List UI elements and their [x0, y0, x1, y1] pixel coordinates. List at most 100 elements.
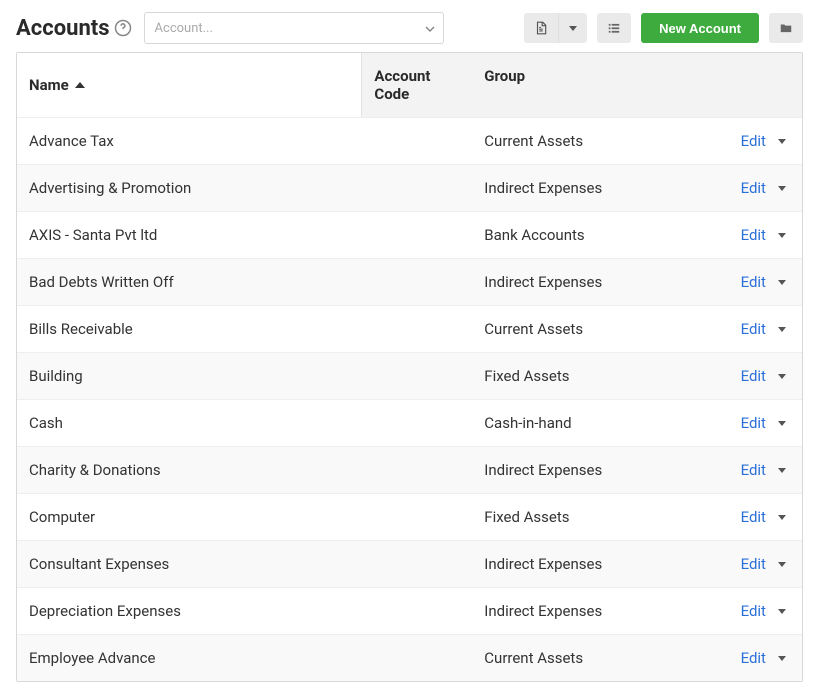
caret-down-icon — [778, 468, 786, 473]
cell-code — [362, 268, 472, 296]
column-header-code[interactable]: Account Code — [362, 53, 472, 117]
edit-link[interactable]: Edit — [741, 367, 766, 385]
export-button[interactable] — [524, 13, 558, 43]
cell-name: Bills Receivable — [17, 306, 362, 352]
cell-actions: Edit — [708, 541, 802, 587]
new-account-button[interactable]: New Account — [641, 13, 759, 43]
edit-link[interactable]: Edit — [741, 320, 766, 338]
cell-group: Indirect Expenses — [472, 588, 708, 634]
table-row[interactable]: Cash Cash-in-hand Edit — [17, 399, 802, 446]
row-menu-button[interactable] — [774, 511, 790, 524]
cell-group: Cash-in-hand — [472, 400, 708, 446]
table-row[interactable]: Consultant Expenses Indirect Expenses Edit — [17, 540, 802, 587]
help-icon[interactable] — [112, 17, 134, 39]
column-header-actions — [708, 53, 802, 117]
edit-link[interactable]: Edit — [741, 132, 766, 150]
cell-name: Advertising & Promotion — [17, 165, 362, 211]
cell-name: Computer — [17, 494, 362, 540]
cell-name: Charity & Donations — [17, 447, 362, 493]
caret-down-icon — [778, 186, 786, 191]
accounts-table: Name Account Code Group Advance Tax Curre… — [16, 52, 803, 682]
row-menu-button[interactable] — [774, 370, 790, 383]
cell-actions: Edit — [708, 306, 802, 352]
row-menu-button[interactable] — [774, 135, 790, 148]
cell-actions: Edit — [708, 635, 802, 681]
cell-code — [362, 409, 472, 437]
table-row[interactable]: Depreciation Expenses Indirect Expenses Ed… — [17, 587, 802, 634]
cell-name: Building — [17, 353, 362, 399]
account-search-select[interactable]: Account... — [144, 12, 444, 44]
row-menu-button[interactable] — [774, 652, 790, 665]
caret-down-icon — [778, 327, 786, 332]
table-row[interactable]: Computer Fixed Assets Edit — [17, 493, 802, 540]
caret-down-icon — [778, 139, 786, 144]
caret-down-icon — [778, 280, 786, 285]
row-menu-button[interactable] — [774, 182, 790, 195]
cell-group: Current Assets — [472, 306, 708, 352]
cell-group: Indirect Expenses — [472, 447, 708, 493]
cell-code — [362, 127, 472, 155]
caret-down-icon — [778, 609, 786, 614]
cell-group: Current Assets — [472, 118, 708, 164]
row-menu-button[interactable] — [774, 605, 790, 618]
cell-actions: Edit — [708, 494, 802, 540]
edit-link[interactable]: Edit — [741, 649, 766, 667]
export-dropdown-button[interactable] — [558, 13, 587, 43]
cell-name: Consultant Expenses — [17, 541, 362, 587]
table-row[interactable]: Employee AdvanceCurrent AssetsEdit — [17, 634, 802, 681]
edit-link[interactable]: Edit — [741, 461, 766, 479]
cell-code — [362, 456, 472, 484]
edit-link[interactable]: Edit — [741, 414, 766, 432]
table-row[interactable]: Advertising & PromotionIndirect Expenses… — [17, 164, 802, 211]
caret-down-icon — [778, 233, 786, 238]
caret-down-icon — [778, 562, 786, 567]
column-header-name-label: Name — [29, 76, 69, 94]
sort-asc-icon — [75, 82, 85, 88]
cell-code — [362, 550, 472, 578]
title-wrap: Accounts — [16, 16, 134, 41]
cell-name: Advance Tax — [17, 118, 362, 164]
cell-code — [362, 174, 472, 202]
table-row[interactable]: Bad Debts Written OffIndirect ExpensesEd… — [17, 258, 802, 305]
row-menu-button[interactable] — [774, 276, 790, 289]
caret-down-icon — [778, 421, 786, 426]
edit-link[interactable]: Edit — [741, 508, 766, 526]
cell-group: Bank Accounts — [472, 212, 708, 258]
cell-code — [362, 503, 472, 531]
search-placeholder: Account... — [155, 21, 213, 36]
caret-down-icon — [778, 374, 786, 379]
edit-link[interactable]: Edit — [741, 555, 766, 573]
table-row[interactable]: Advance Tax Current Assets Edit — [17, 117, 802, 164]
edit-link[interactable]: Edit — [741, 273, 766, 291]
cell-actions: Edit — [708, 165, 802, 211]
cell-code — [362, 362, 472, 390]
table-body: Advance TaxCurrent AssetsEditAdvertising… — [17, 117, 802, 681]
edit-link[interactable]: Edit — [741, 226, 766, 244]
cell-name: Depreciation Expenses — [17, 588, 362, 634]
column-header-group[interactable]: Group — [472, 53, 708, 117]
row-menu-button[interactable] — [774, 229, 790, 242]
table-row[interactable]: Bills Receivable Current Assets Edit — [17, 305, 802, 352]
column-header-name[interactable]: Name — [17, 53, 362, 117]
row-menu-button[interactable] — [774, 558, 790, 571]
cell-code — [362, 597, 472, 625]
cell-name: Employee Advance — [17, 635, 362, 681]
edit-link[interactable]: Edit — [741, 179, 766, 197]
cell-group: Fixed Assets — [472, 494, 708, 540]
cell-name: Cash — [17, 400, 362, 446]
cell-code — [362, 644, 472, 672]
cell-actions: Edit — [708, 400, 802, 446]
export-button-group — [524, 13, 587, 43]
folder-button[interactable] — [769, 13, 803, 43]
table-row[interactable]: Charity & Donations Indirect Expenses Edit — [17, 446, 802, 493]
cell-group: Indirect Expenses — [472, 541, 708, 587]
cell-code — [362, 221, 472, 249]
chevron-down-icon — [425, 23, 435, 33]
table-row[interactable]: BuildingFixed AssetsEdit — [17, 352, 802, 399]
row-menu-button[interactable] — [774, 417, 790, 430]
row-menu-button[interactable] — [774, 464, 790, 477]
table-row[interactable]: AXIS - Santa Pvt ltdBank AccountsEdit — [17, 211, 802, 258]
row-menu-button[interactable] — [774, 323, 790, 336]
list-view-button[interactable] — [597, 13, 631, 43]
edit-link[interactable]: Edit — [741, 602, 766, 620]
